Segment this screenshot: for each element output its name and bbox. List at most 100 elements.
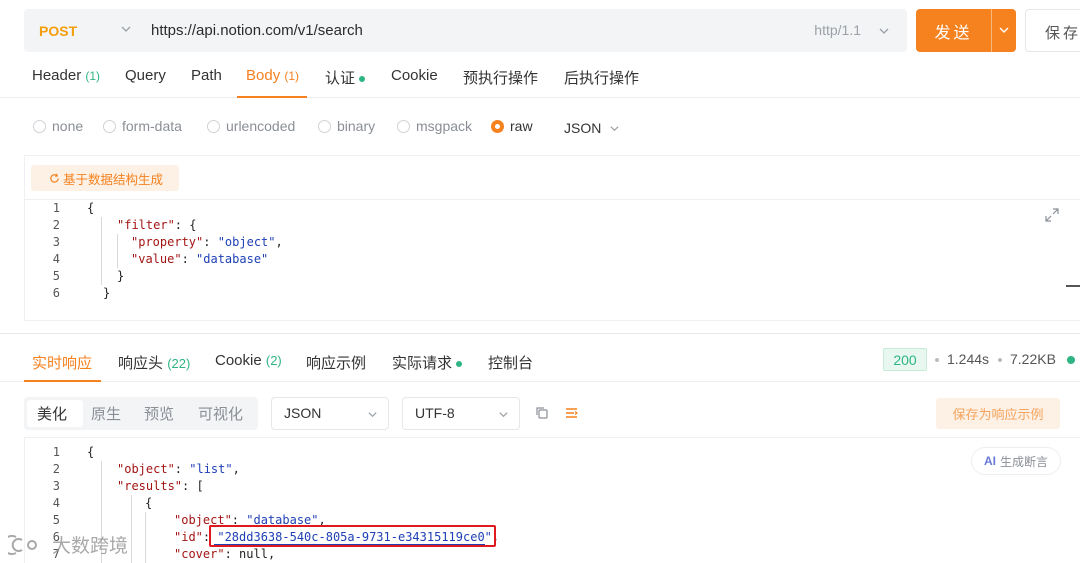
watermark-logo-icon	[8, 534, 37, 555]
code-token: null	[239, 547, 268, 561]
encoding-select[interactable]: UTF-8	[402, 397, 520, 430]
tab-auth[interactable]: 认证	[325, 67, 366, 88]
tab-count: (1)	[85, 69, 101, 83]
editor-divider	[24, 437, 1080, 438]
code-token: "id"	[174, 530, 203, 544]
radio-label: msgpack	[416, 118, 473, 134]
tab-response-examples[interactable]: 响应示例	[306, 352, 366, 373]
radio-msgpack[interactable]: msgpack	[397, 118, 472, 134]
radio-none[interactable]: none	[33, 118, 83, 134]
status-dot	[359, 76, 366, 83]
code-token: "object"	[217, 235, 276, 249]
radio-urlencoded[interactable]: urlencoded	[207, 118, 295, 134]
code-token: {	[87, 445, 95, 459]
chevron-down-icon	[610, 126, 619, 132]
tab-label: Cookie	[215, 352, 262, 369]
tab-cookie[interactable]: Cookie	[391, 67, 438, 84]
code-line: {	[145, 495, 152, 512]
tab-live-response[interactable]: 实时响应	[32, 352, 92, 373]
status-dot	[1067, 356, 1075, 364]
protocol-select[interactable]: http/1.1	[814, 22, 861, 38]
select-value: UTF-8	[415, 405, 455, 421]
chevron-down-icon	[368, 412, 377, 418]
line-number: 3	[52, 235, 60, 249]
radio-raw[interactable]: raw	[491, 118, 533, 134]
code-line: {	[87, 444, 94, 461]
watermark: 大数跨境	[8, 531, 128, 558]
status-badge: 200	[883, 348, 927, 371]
code-token: "object"	[117, 462, 175, 476]
radio-label: urlencoded	[226, 118, 296, 134]
tab-query[interactable]: Query	[125, 67, 166, 84]
response-time: 1.244s	[947, 351, 990, 367]
code-token: :	[181, 252, 197, 266]
tab-label: 预执行操作	[463, 70, 539, 87]
tab-response-headers[interactable]: 响应头 (22)	[118, 352, 190, 373]
tab-actual-request[interactable]: 实际请求	[392, 352, 463, 373]
view-preview[interactable]: 预览	[144, 403, 174, 424]
tab-header[interactable]: Header (1)	[32, 67, 100, 84]
radio-binary[interactable]: binary	[318, 118, 375, 134]
radio-form-data[interactable]: form-data	[103, 118, 182, 134]
view-beautify[interactable]: 美化	[37, 403, 67, 424]
radio-label: raw	[510, 118, 533, 134]
tab-label: 认证	[325, 70, 356, 87]
tab-label: Body	[246, 67, 281, 84]
line-number: 5	[52, 513, 60, 527]
format-icon[interactable]	[564, 405, 580, 421]
indent-guide	[131, 495, 132, 563]
save-label: 保存	[1045, 25, 1080, 42]
method-select[interactable]: POST	[24, 9, 142, 52]
highlight-box	[209, 525, 496, 547]
code-token: }	[117, 269, 125, 283]
line-number: 1	[52, 445, 60, 459]
tab-path[interactable]: Path	[191, 67, 222, 84]
tab-pre-script[interactable]: 预执行操作	[463, 67, 538, 88]
generate-from-schema-button[interactable]: 基于数据结构生成	[31, 165, 180, 191]
save-as-example-button[interactable]: 保存为响应示例	[936, 398, 1060, 429]
view-raw[interactable]: 原生	[91, 403, 121, 424]
tab-label: Cookie	[391, 67, 438, 84]
editor-divider	[25, 199, 1080, 200]
tab-response-cookie[interactable]: Cookie (2)	[215, 352, 282, 369]
tab-count: (1)	[284, 69, 300, 83]
code-token: "property"	[131, 235, 204, 249]
code-token: "results"	[117, 479, 183, 493]
line-number: 2	[52, 218, 60, 232]
line-number: 4	[52, 496, 60, 510]
radio-circle	[103, 119, 116, 133]
copy-icon[interactable]	[534, 405, 550, 421]
tab-post-script[interactable]: 后执行操作	[564, 67, 639, 88]
radio-label: binary	[337, 118, 376, 134]
tab-label: 控制台	[488, 355, 534, 372]
view-visualize[interactable]: 可视化	[198, 403, 243, 424]
send-label: 发送	[934, 24, 973, 42]
line-number: 4	[52, 252, 60, 266]
view-mode-segmented: 美化 原生 预览 可视化	[24, 397, 258, 430]
ai-button-label: 生成断言	[999, 454, 1048, 469]
tab-count: (2)	[265, 353, 282, 368]
code-line: }	[117, 268, 124, 285]
code-line: }	[103, 285, 110, 302]
tab-label: 响应示例	[306, 355, 367, 372]
save-button[interactable]: 保存	[1025, 9, 1080, 52]
chevron-down-icon[interactable]	[998, 24, 1010, 36]
generate-assertion-button[interactable]: AI 生成断言	[971, 447, 1061, 475]
url-input[interactable]: https://api.notion.com/v1/search	[151, 22, 363, 39]
send-button[interactable]: 发送	[916, 9, 1016, 52]
tab-label: Query	[125, 67, 166, 84]
code-token: :	[203, 235, 218, 249]
tab-console[interactable]: 控制台	[488, 352, 533, 373]
response-format-select[interactable]: JSON	[271, 397, 389, 430]
send-divider	[991, 9, 992, 52]
code-token: {	[87, 201, 95, 215]
body-format-select[interactable]: JSON	[564, 120, 601, 136]
line-number: 2	[52, 462, 60, 476]
expand-icon[interactable]	[1044, 207, 1060, 223]
request-tabs: Header (1) Query Path Body (1) 认证 Cookie…	[0, 60, 1080, 98]
section-divider	[0, 333, 1080, 334]
watermark-text: 大数跨境	[52, 536, 129, 557]
code-line: "object": "list",	[117, 461, 240, 478]
tab-body[interactable]: Body (1)	[246, 67, 299, 84]
tab-label: 实际请求	[392, 355, 453, 372]
